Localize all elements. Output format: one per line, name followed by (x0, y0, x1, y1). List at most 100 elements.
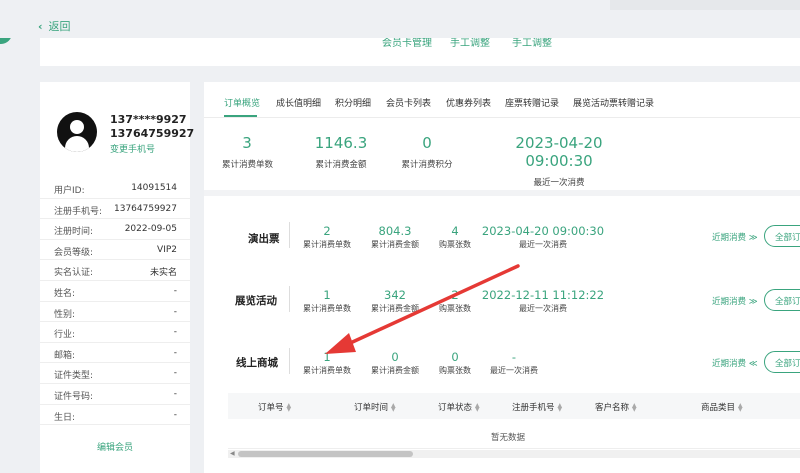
recent-purchases-toggle[interactable]: 近期消费 ≫ (712, 295, 758, 307)
category-order-count: 1 累计消费单数 (297, 288, 357, 314)
stat-value: 342 (384, 288, 406, 302)
sort-icon[interactable]: ▲ ▼ (558, 402, 563, 412)
tab-seat-ticket-transfer[interactable]: 座票转赠记录 (505, 96, 559, 109)
all-orders-button[interactable]: 全部订 (764, 289, 800, 311)
category-divider (289, 222, 290, 248)
info-value: - (173, 347, 177, 358)
shortcut-manual-adjust-1[interactable]: 手工调整 (450, 38, 490, 49)
category-name: 演出票 (248, 233, 280, 245)
category-last-purchase: 2022-12-11 11:12:22 最近一次消费 (478, 288, 608, 314)
orders-table-header: 订单号 ▲ ▼ 订单时间 ▲ ▼ 订单状态 ▲ ▼ 注册手机号 ▲ ▼ 客户名称 ▲ ▼ 商品类目 ▲… (228, 393, 800, 419)
info-label: 注册时间: (54, 227, 94, 238)
sort-icon[interactable]: ▲ ▼ (287, 402, 292, 412)
scrollbar-thumb[interactable] (238, 451, 413, 457)
category-row-performance: 演出票 2 累计消费单数 804.3 累计消费金额 4 购票张数 2023-04-20… (204, 222, 800, 264)
recent-purchases-toggle[interactable]: 近期消费 ≫ (712, 231, 758, 243)
info-label: 证件类型: (54, 371, 94, 382)
top-bar (0, 0, 800, 38)
stat-label: 累计消费单数 (303, 240, 351, 249)
summary-total-points: 0 累计消费积分 (394, 134, 460, 170)
info-row-level: 会员等级: VIP2 (40, 240, 190, 261)
stat-value: 4 (451, 224, 459, 238)
change-phone-link[interactable]: 变更手机号 (110, 142, 155, 155)
all-orders-button[interactable]: 全部订 (764, 351, 800, 373)
shortcut-manual-adjust-2[interactable]: 手工调整 (512, 38, 552, 49)
info-row-verification: 实名认证: 未实名 (40, 260, 190, 281)
category-divider (289, 286, 290, 312)
category-name: 线上商城 (236, 357, 278, 369)
category-amount: 342 累计消费金额 (365, 288, 425, 314)
tab-exhibition-ticket-transfer[interactable]: 展览活动票转赠记录 (573, 96, 654, 109)
scroll-left-icon[interactable]: ◀ (230, 450, 235, 457)
category-ticket-count: 4 购票张数 (425, 224, 485, 250)
column-reg-phone[interactable]: 注册手机号 ▲ ▼ (512, 401, 562, 413)
profile-info-list: 用户ID: 14091514 注册手机号: 13764759927 注册时间: 202… (40, 178, 190, 426)
all-orders-button[interactable]: 全部订 (764, 225, 800, 247)
info-row-id-type: 证件类型: - (40, 363, 190, 384)
info-value: VIP2 (157, 244, 177, 255)
stat-value: 1 (323, 350, 331, 364)
column-customer-name[interactable]: 客户名称 ▲ ▼ (595, 401, 637, 413)
user-icon-head (70, 120, 84, 134)
tab-member-cards[interactable]: 会员卡列表 (386, 96, 431, 109)
category-order-count: 1 累计消费单数 (297, 350, 357, 376)
back-link[interactable]: ‹ 返回 (38, 18, 71, 34)
column-label: 订单时间 (354, 403, 389, 413)
stat-value: 3 (242, 134, 252, 152)
summary-order-count: 3 累计消费单数 (222, 134, 274, 170)
stat-label: 购票张数 (439, 304, 471, 313)
stat-label: 购票张数 (439, 366, 471, 375)
top-bar-right (610, 0, 800, 10)
masked-phone: 137****9927 (110, 113, 187, 126)
sort-icon[interactable]: ▲ ▼ (391, 402, 396, 412)
user-icon-body (65, 136, 89, 152)
column-order-time[interactable]: 订单时间 ▲ ▼ (354, 401, 396, 413)
stat-label: 累计消费金额 (371, 366, 419, 375)
info-value: - (173, 388, 177, 399)
summary-total-amount: 1146.3 累计消费金额 (306, 134, 376, 170)
sort-icon[interactable]: ▲ ▼ (738, 402, 743, 412)
info-value: - (173, 285, 177, 296)
info-label: 邮箱: (54, 350, 76, 361)
info-value: 未实名 (149, 268, 177, 279)
stat-value: 2 (451, 288, 459, 302)
stat-label: 累计消费金额 (371, 240, 419, 249)
info-row-birthday: 生日: - (40, 405, 190, 426)
summary-last-purchase: 2023-04-20 09:00:30 最近一次消费 (484, 134, 634, 188)
recent-purchases-toggle[interactable]: 近期消费 ≪ (712, 357, 758, 369)
stat-value: 1146.3 (314, 134, 368, 152)
info-label: 生日: (54, 412, 76, 423)
column-order-status[interactable]: 订单状态 ▲ ▼ (438, 401, 480, 413)
shortcut-bar: 会员卡管理 手工调整 手工调整 (40, 38, 800, 66)
tab-growth-detail[interactable]: 成长值明细 (276, 96, 321, 109)
avatar (57, 112, 97, 152)
info-label: 实名认证: (54, 268, 94, 279)
sort-icon[interactable]: ▲ ▼ (475, 402, 480, 412)
stat-label: 累计消费积分 (401, 160, 453, 170)
phone-number: 13764759927 (110, 127, 195, 140)
column-order-number[interactable]: 订单号 ▲ ▼ (258, 401, 291, 413)
category-divider (289, 348, 290, 374)
horizontal-scrollbar[interactable]: ◀ (228, 450, 800, 458)
stat-value: 1 (323, 288, 331, 302)
info-value: 13764759927 (114, 203, 177, 214)
edit-member-button[interactable]: 编辑会员 (40, 440, 190, 453)
empty-state-text: 暂无数据 (490, 433, 525, 443)
shortcut-member-card[interactable]: 会员卡管理 (382, 38, 432, 49)
info-value: - (173, 327, 177, 338)
tab-points-detail[interactable]: 积分明细 (335, 96, 371, 109)
stat-label: 累计消费单数 (222, 160, 274, 170)
info-value: - (173, 306, 177, 317)
tab-order-overview[interactable]: 订单概览 (224, 96, 260, 109)
column-product-category[interactable]: 商品类目 ▲ ▼ (701, 401, 743, 413)
tab-coupons[interactable]: 优惠券列表 (446, 96, 491, 109)
category-row-online-mall: 线上商城 1 累计消费单数 0 累计消费金额 0 购票张数 - 最近一次消费 近期消费 … (204, 348, 800, 390)
info-label: 姓名: (54, 288, 76, 299)
info-value: 14091514 (131, 183, 177, 193)
sort-icon[interactable]: ▲ ▼ (632, 402, 637, 412)
info-row-email: 邮箱: - (40, 343, 190, 364)
info-row-name: 姓名: - (40, 281, 190, 302)
info-label: 性别: (54, 309, 76, 320)
info-row-gender: 性别: - (40, 302, 190, 323)
info-row-reg-time: 注册时间: 2022-09-05 (40, 219, 190, 240)
